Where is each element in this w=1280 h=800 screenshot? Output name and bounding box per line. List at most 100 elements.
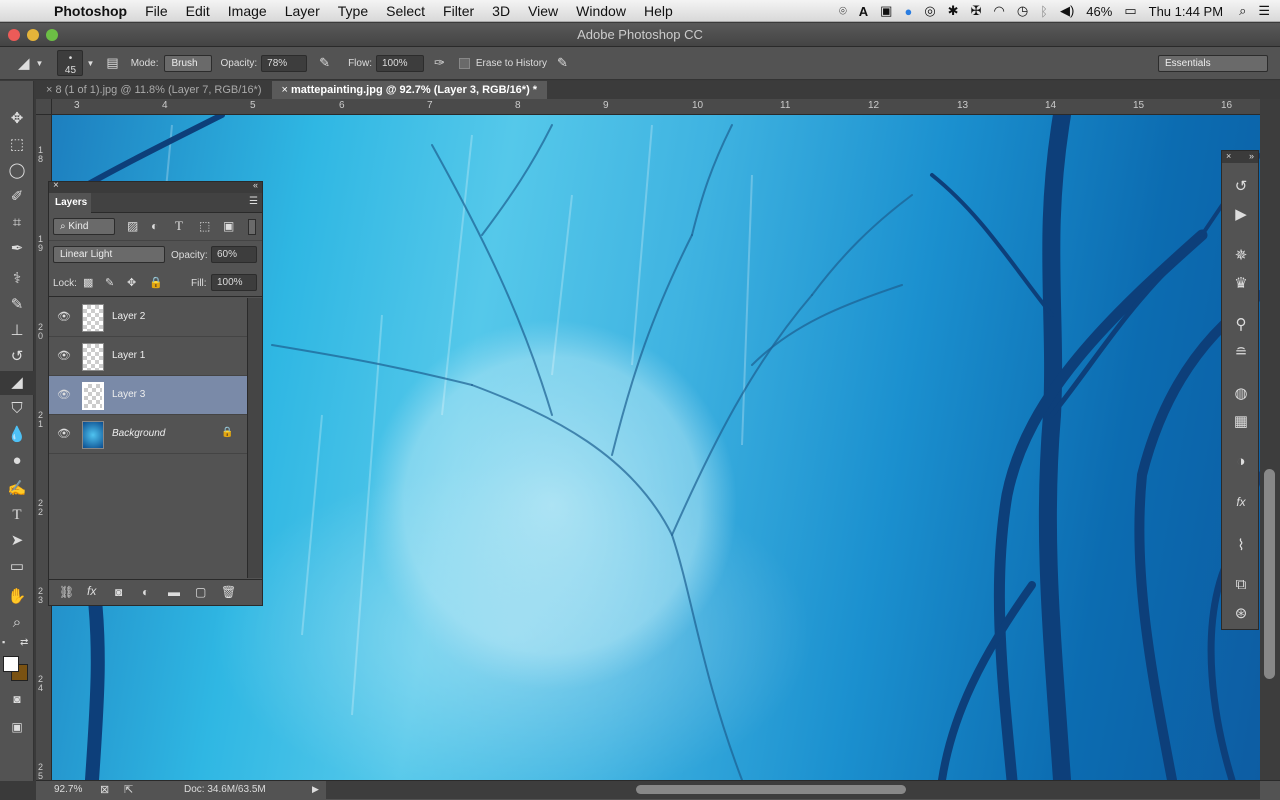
adjustments-panel-icon[interactable]: ◑ bbox=[1222, 453, 1260, 470]
filter-toggle[interactable] bbox=[248, 219, 256, 235]
hand-tool-icon[interactable]: ✋ bbox=[0, 585, 34, 609]
zoom-level[interactable]: 92.7% bbox=[54, 784, 82, 795]
flow-input[interactable]: 100% bbox=[375, 54, 424, 72]
volume-icon[interactable]: ◀) bbox=[1060, 3, 1074, 19]
3d-panel-icon[interactable]: ⧉ bbox=[1222, 576, 1260, 593]
dodge-tool-icon[interactable]: ● bbox=[0, 449, 34, 473]
layer-row-layer-3[interactable]: 👁 Layer 3 bbox=[49, 376, 247, 415]
clock[interactable]: Thu 1:44 PM bbox=[1149, 4, 1223, 19]
visibility-eye-icon[interactable]: 👁 bbox=[57, 349, 71, 362]
close-window-button[interactable] bbox=[8, 29, 20, 41]
actions-panel-icon[interactable]: ▶ bbox=[1222, 205, 1260, 223]
display-icon[interactable]: ▣ bbox=[880, 3, 892, 19]
collapse-panel-icon[interactable]: « bbox=[253, 180, 258, 190]
foreground-color-swatch[interactable] bbox=[3, 656, 19, 672]
scroll-thumb[interactable] bbox=[1264, 469, 1275, 679]
eyedropper-tool-icon[interactable]: ✒ bbox=[0, 237, 34, 261]
filter-type-icon[interactable]: T bbox=[175, 218, 183, 234]
brush-tool-icon[interactable]: ✎ bbox=[0, 293, 34, 317]
zoom-tool-icon[interactable]: ⌕ bbox=[0, 611, 34, 635]
history-brush-tool-icon[interactable]: ↺ bbox=[0, 345, 34, 369]
path-selection-tool-icon[interactable]: ➤ bbox=[0, 529, 34, 553]
rectangle-tool-icon[interactable]: ▭ bbox=[0, 555, 34, 579]
crop-tool-icon[interactable]: ⌗ bbox=[0, 211, 34, 235]
layer-row-background[interactable]: 👁 Background 🔒 bbox=[49, 415, 247, 454]
pressure-opacity-icon[interactable]: ✎ bbox=[319, 55, 330, 71]
channels-panel-icon[interactable]: ⊛ bbox=[1222, 604, 1260, 622]
screen-mode-icon[interactable]: ▣ bbox=[0, 715, 34, 739]
sync-icon[interactable]: ● bbox=[904, 4, 912, 19]
time-machine-icon[interactable]: ◷ bbox=[1017, 3, 1028, 19]
menu-select[interactable]: Select bbox=[377, 3, 434, 19]
layer-row-layer-1[interactable]: 👁 Layer 1 bbox=[49, 337, 247, 376]
menu-image[interactable]: Image bbox=[219, 3, 276, 19]
swap-colors-icon[interactable]: ⇄ bbox=[20, 637, 28, 648]
layers-scrollbar[interactable] bbox=[247, 298, 262, 578]
menu-window[interactable]: Window bbox=[567, 3, 635, 19]
menu-edit[interactable]: Edit bbox=[177, 3, 219, 19]
history-panel-icon[interactable]: ↺ bbox=[1222, 177, 1260, 195]
share-icon[interactable]: ⇱ bbox=[124, 783, 133, 796]
new-group-icon[interactable]: ▬ bbox=[168, 585, 180, 599]
bluetooth-devices-icon[interactable]: ✱ bbox=[948, 3, 959, 19]
panel-menu-icon[interactable]: ☰ bbox=[249, 196, 258, 207]
bluetooth-icon[interactable]: ᛒ bbox=[1040, 4, 1048, 19]
notification-center-icon[interactable]: ☰ bbox=[1258, 3, 1270, 19]
minimize-window-button[interactable] bbox=[27, 29, 39, 41]
blur-tool-icon[interactable]: 💧 bbox=[0, 423, 34, 447]
opacity-input[interactable]: 78% bbox=[261, 54, 308, 72]
histogram-panel-icon[interactable]: ♛ bbox=[1222, 274, 1260, 292]
menu-3d[interactable]: 3D bbox=[483, 3, 519, 19]
fill-input[interactable]: 100% bbox=[211, 274, 257, 291]
lock-all-icon[interactable]: 🔒 bbox=[149, 276, 163, 289]
opacity-input[interactable]: 60% bbox=[211, 246, 257, 263]
erase-to-history-checkbox[interactable] bbox=[458, 57, 470, 69]
menu-help[interactable]: Help bbox=[635, 3, 682, 19]
menu-layer[interactable]: Layer bbox=[276, 3, 329, 19]
paint-bucket-tool-icon[interactable]: ⛉ bbox=[0, 397, 34, 421]
adobe-icon[interactable]: A bbox=[859, 4, 868, 19]
paths-panel-icon[interactable]: ⌇ bbox=[1222, 536, 1260, 554]
canvas-horizontal-scrollbar[interactable] bbox=[326, 781, 1260, 799]
horizontal-ruler[interactable]: 3 4 5 6 7 8 9 10 11 12 13 14 15 16 bbox=[52, 99, 1262, 115]
tab-layers[interactable]: Layers bbox=[49, 193, 91, 213]
healing-brush-tool-icon[interactable]: ⚕ bbox=[0, 267, 34, 291]
menu-type[interactable]: Type bbox=[329, 3, 377, 19]
eraser-tool-icon[interactable]: ◢ bbox=[0, 371, 34, 395]
filter-pixel-icon[interactable]: ▨ bbox=[127, 219, 138, 233]
ruler-origin[interactable] bbox=[36, 99, 52, 115]
menu-view[interactable]: View bbox=[519, 3, 567, 19]
blend-mode-select[interactable]: Linear Light bbox=[53, 246, 165, 263]
lock-position-icon[interactable]: ✥ bbox=[127, 276, 136, 289]
lock-transparent-icon[interactable]: ▩ bbox=[83, 276, 93, 289]
workspace-select[interactable]: Essentials bbox=[1158, 55, 1268, 72]
clone-stamp-tool-icon[interactable]: ⊥ bbox=[0, 319, 34, 343]
close-panel-icon[interactable]: × bbox=[53, 180, 59, 191]
lasso-tool-icon[interactable]: ◯ bbox=[0, 159, 34, 183]
type-tool-icon[interactable]: T bbox=[0, 503, 34, 527]
scroll-thumb[interactable] bbox=[636, 785, 906, 794]
menu-file[interactable]: File bbox=[136, 3, 177, 19]
delete-layer-icon[interactable]: 🗑 bbox=[221, 585, 236, 599]
filter-adjustment-icon[interactable]: ◐ bbox=[151, 219, 158, 233]
layer-row-layer-2[interactable]: 👁 Layer 2 bbox=[49, 298, 247, 337]
marquee-tool-icon[interactable]: ⬚ bbox=[0, 133, 34, 157]
close-tab-icon[interactable]: × bbox=[282, 84, 288, 96]
status-menu-arrow-icon[interactable]: ▶ bbox=[312, 784, 319, 795]
headset-icon[interactable]: ◎ bbox=[924, 3, 935, 19]
default-colors-icon[interactable]: ▪ bbox=[2, 637, 5, 647]
menu-filter[interactable]: Filter bbox=[434, 3, 483, 19]
spotlight-search-icon[interactable]: ⌕ bbox=[1239, 3, 1246, 19]
filter-shape-icon[interactable]: ⬚ bbox=[199, 219, 210, 233]
zoom-window-button[interactable] bbox=[46, 29, 58, 41]
wifi-icon[interactable]: ◠ bbox=[993, 3, 1004, 19]
quick-selection-tool-icon[interactable]: ✐ bbox=[0, 185, 34, 209]
app-menu[interactable]: Photoshop bbox=[40, 3, 136, 19]
swatches-panel-icon[interactable]: ▦ bbox=[1222, 412, 1260, 430]
airbrush-icon[interactable]: ✑ bbox=[434, 55, 445, 71]
color-panel-icon[interactable]: ◍ bbox=[1222, 384, 1260, 402]
tab-document-2[interactable]: × mattepainting.jpg @ 92.7% (Layer 3, RG… bbox=[271, 81, 548, 99]
brush-panel-icon[interactable]: ≘ bbox=[1222, 343, 1260, 361]
tools-icon[interactable]: ✠ bbox=[971, 3, 982, 19]
visibility-eye-icon[interactable]: 👁 bbox=[57, 388, 71, 401]
